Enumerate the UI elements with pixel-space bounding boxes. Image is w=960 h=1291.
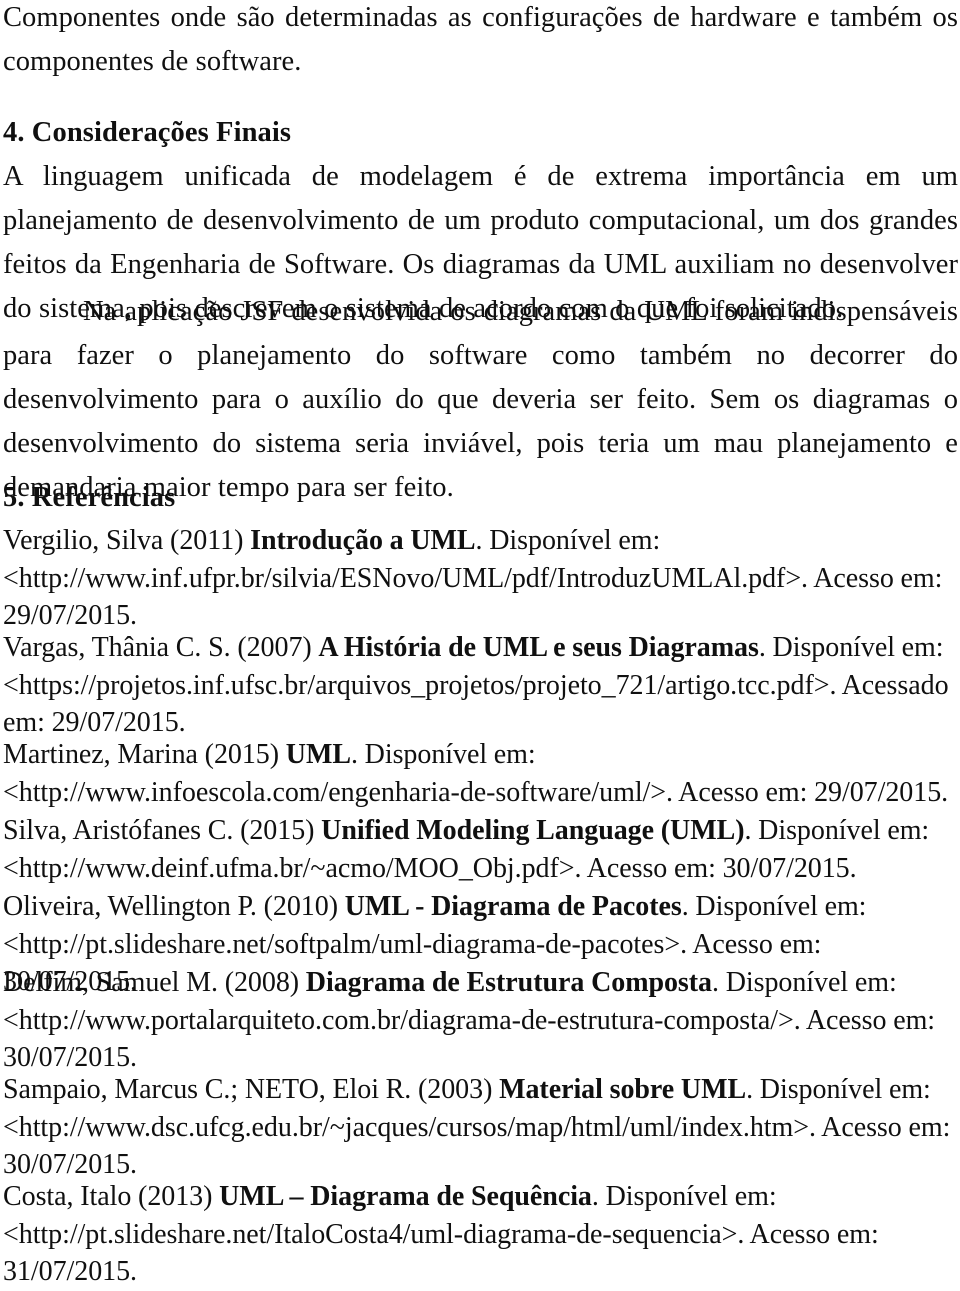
reference-line-1: Silva, Aristófanes C. (2015) Unified Mod… [3, 812, 958, 850]
reference-title: Introdução a UML [250, 525, 476, 556]
reference-text: Silva, Aristófanes C. (2015) Unified Mod… [3, 812, 958, 887]
reference-url-line: <http://www.dsc.ufcg.edu.br/~jacques/cur… [3, 1111, 951, 1143]
reference-availability: . Disponível em: [744, 815, 930, 846]
reference-line-1: Martinez, Marina (2015) UML. Disponível … [3, 736, 958, 774]
reference-text: Martinez, Marina (2015) UML. Disponível … [3, 736, 958, 811]
reference-title: UML [285, 739, 351, 770]
section-4-paragraph-2-block: Na aplicação JSF desenvolvida os diagram… [3, 290, 958, 510]
reference-line-1: Sampaio, Marcus C.; NETO, Eloi R. (2003)… [3, 1071, 958, 1109]
section-4-heading: 4. Considerações Finais [3, 117, 292, 148]
reference-entry: Vergilio, Silva (2011) Introdução a UML.… [3, 522, 958, 635]
reference-text: Vargas, Thânia C. S. (2007) A História d… [3, 629, 958, 742]
reference-availability: . Disponível em: [681, 891, 867, 922]
reference-title: Material sobre UML [499, 1074, 747, 1105]
reference-title: A História de UML e seus Diagramas [318, 632, 759, 663]
reference-entry: Sampaio, Marcus C.; NETO, Eloi R. (2003)… [3, 1071, 958, 1184]
reference-entry: Costa, Italo (2013) UML – Diagrama de Se… [3, 1178, 958, 1291]
reference-entry: Vargas, Thânia C. S. (2007) A História d… [3, 629, 958, 742]
reference-authors: Vergilio, Silva (2011) [3, 525, 251, 556]
reference-entry: Delfim, Samuel M. (2008) Diagrama de Est… [3, 964, 958, 1077]
document-page: Componentes onde são determinadas as con… [0, 0, 960, 1287]
reference-url-line: <http://pt.slideshare.net/ItaloCosta4/um… [3, 1218, 879, 1250]
reference-text: Costa, Italo (2013) UML – Diagrama de Se… [3, 1178, 958, 1291]
reference-title: Unified Modeling Language (UML) [321, 815, 745, 846]
reference-authors: Sampaio, Marcus C.; NETO, Eloi R. (2003) [3, 1074, 500, 1105]
reference-text: Vergilio, Silva (2011) Introdução a UML.… [3, 522, 958, 635]
reference-url-line: <http://www.inf.ufpr.br/silvia/ESNovo/UM… [3, 562, 943, 594]
reference-line-1: Delfim, Samuel M. (2008) Diagrama de Est… [3, 964, 958, 1002]
section-4-heading-block: 4. Considerações Finais [3, 116, 958, 150]
reference-url-line: <http://www.deinf.ufma.br/~acmo/MOO_Obj.… [3, 852, 857, 884]
reference-access-line: 31/07/2015. [3, 1256, 138, 1287]
reference-entry: Martinez, Marina (2015) UML. Disponível … [3, 736, 958, 811]
reference-title: UML – Diagrama de Sequência [219, 1181, 592, 1212]
reference-url-line: <http://www.portalarquiteto.com.br/diagr… [3, 1004, 936, 1036]
reference-url-line: <https://projetos.inf.ufsc.br/arquivos_p… [3, 669, 949, 701]
reference-line-1: Vargas, Thânia C. S. (2007) A História d… [3, 629, 958, 667]
reference-authors: Martinez, Marina (2015) [3, 739, 286, 770]
reference-authors: Costa, Italo (2013) [3, 1181, 220, 1212]
reference-authors: Vargas, Thânia C. S. (2007) [3, 632, 319, 663]
section-5-heading-block: 5. Referências [3, 481, 958, 515]
reference-title: UML - Diagrama de Pacotes [344, 891, 682, 922]
reference-availability: . Disponível em: [475, 525, 661, 556]
reference-text: Delfim, Samuel M. (2008) Diagrama de Est… [3, 964, 958, 1077]
section-4-paragraph-2: Na aplicação JSF desenvolvida os diagram… [3, 296, 958, 503]
reference-url-line: <http://www.infoescola.com/engenharia-de… [3, 776, 949, 808]
carryover-paragraph-block: Componentes onde são determinadas as con… [3, 0, 958, 84]
reference-line-1: Costa, Italo (2013) UML – Diagrama de Se… [3, 1178, 958, 1216]
carryover-paragraph: Componentes onde são determinadas as con… [3, 2, 958, 77]
section-5-heading: 5. Referências [3, 482, 176, 513]
reference-line-1: Vergilio, Silva (2011) Introdução a UML.… [3, 522, 958, 560]
reference-authors: Silva, Aristófanes C. (2015) [3, 815, 322, 846]
reference-availability: . Disponível em: [350, 739, 536, 770]
reference-availability: . Disponível em: [746, 1074, 931, 1105]
reference-authors: Oliveira, Wellington P. (2010) [3, 891, 345, 922]
reference-title: Diagrama de Estrutura Composta [305, 967, 713, 998]
reference-availability: . Disponível em: [758, 632, 944, 663]
reference-entry: Silva, Aristófanes C. (2015) Unified Mod… [3, 812, 958, 887]
reference-text: Sampaio, Marcus C.; NETO, Eloi R. (2003)… [3, 1071, 958, 1184]
reference-authors: Delfim, Samuel M. (2008) [3, 967, 306, 998]
reference-line-1: Oliveira, Wellington P. (2010) UML - Dia… [3, 888, 958, 926]
reference-availability: . Disponível em: [591, 1181, 777, 1212]
reference-availability: . Disponível em: [712, 967, 897, 998]
